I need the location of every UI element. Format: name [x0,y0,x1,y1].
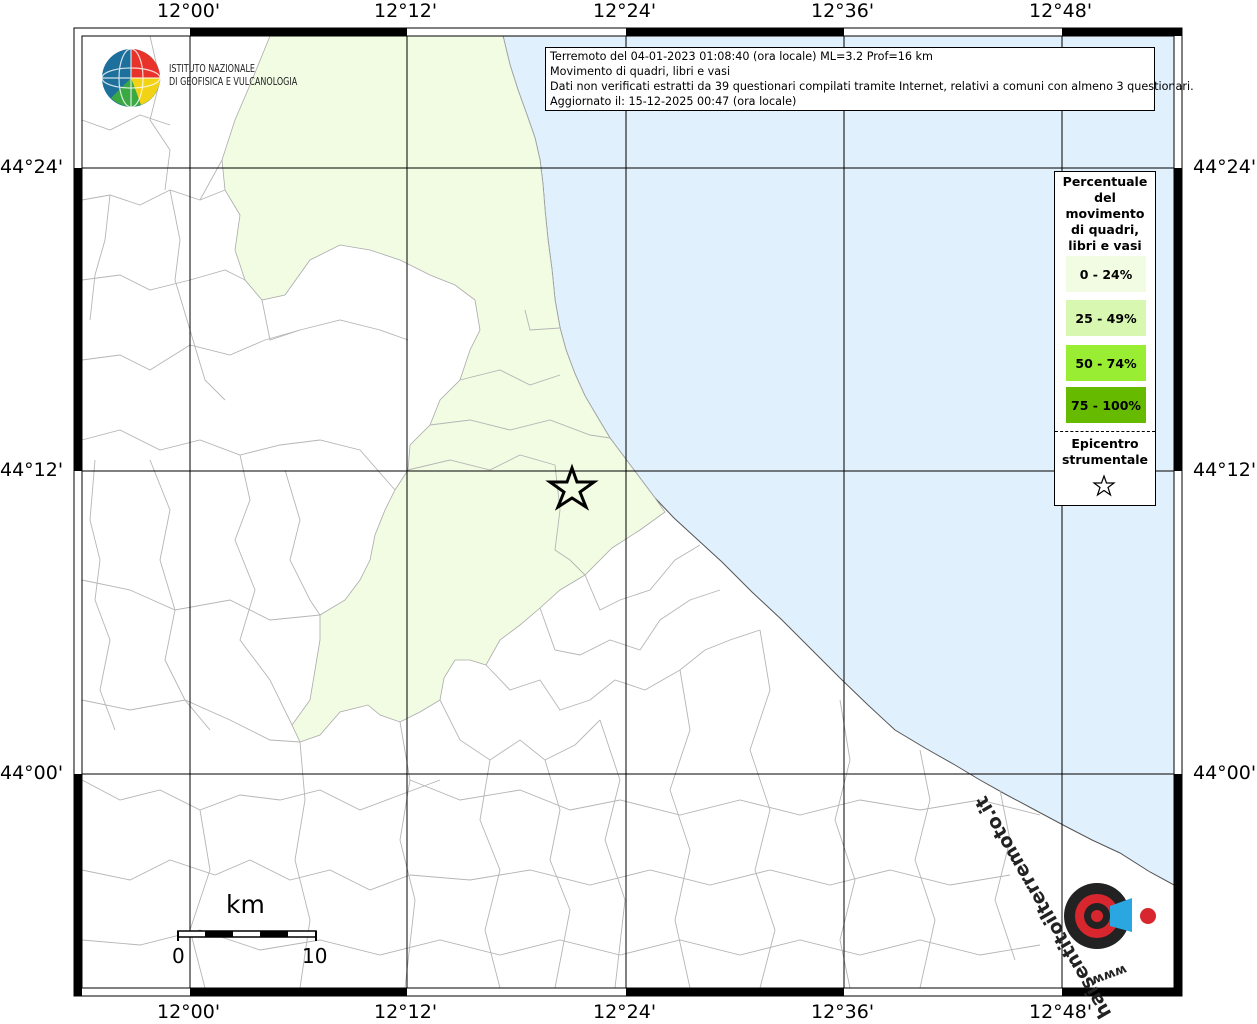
legend-title-line: libri e vasi [1068,238,1142,253]
legend-epicenter-line: strumentale [1061,452,1149,467]
event-subtitle: Movimento di quadri, libri e vasi [550,65,731,78]
lat-label-left: 44°00' [0,762,64,784]
legend-class-3: 75 - 100% [1066,387,1146,423]
legend: Percentuale del movimento di quadri, lib… [1054,171,1156,506]
lon-label-top: 12°36' [811,0,875,22]
event-title: Terremoto del 04-01-2023 01:08:40 (ora l… [550,50,933,63]
lat-label-left: 44°12' [0,459,64,481]
lat-label-left: 44°24' [0,156,64,178]
lat-label-right: 44°24' [1193,156,1257,178]
ingv-line2: DI GEOFISICA E VULCANOLOGIA [169,76,298,88]
lon-label-top: 12°12' [374,0,438,22]
ingv-line1: ISTITUTO NAZIONALE [169,63,256,75]
lon-label-bottom: 12°12' [374,1001,438,1023]
event-data-note: Dati non verificati estratti da 39 quest… [550,80,1194,93]
lon-label-top: 12°24' [593,0,657,22]
lat-label-right: 44°00' [1193,762,1257,784]
event-info-box: Terremoto del 04-01-2023 01:08:40 (ora l… [545,47,1194,111]
legend-title: Percentuale del movimento di quadri, lib… [1055,174,1155,254]
legend-title-line: Percentuale [1062,174,1148,189]
lon-label-bottom: 12°48' [1029,1001,1093,1023]
intensity-map: haisentitoilterremoto.it www. [73,27,1183,1022]
scale-unit: km [226,890,265,919]
lon-label-bottom: 12°00' [157,1001,221,1023]
legend-epicenter-line: Epicentro [1071,436,1139,451]
legend-title-line: di quadri, [1070,222,1139,237]
legend-star-icon [1092,474,1116,497]
legend-class-2: 50 - 74% [1066,345,1146,381]
event-updated: Aggiornato il: 15-12-2025 00:47 (ora loc… [550,95,797,108]
lon-label-bottom: 12°24' [593,1001,657,1023]
ingv-logo-text: ISTITUTO NAZIONALE DI GEOFISICA E VULCAN… [169,63,297,89]
scale-end: 10 [302,944,328,968]
legend-class-1: 25 - 49% [1066,300,1146,336]
legend-title-line: del [1094,190,1116,205]
lat-label-right: 44°12' [1193,459,1257,481]
legend-class-0: 0 - 24% [1066,256,1146,292]
scale-start: 0 [172,944,185,968]
legend-title-line: movimento [1065,206,1145,221]
lon-label-bottom: 12°36' [811,1001,875,1023]
lon-label-top: 12°00' [157,0,221,22]
lon-label-top: 12°48' [1029,0,1093,22]
legend-epicenter-label: Epicentro strumentale [1055,436,1155,468]
legend-separator [1055,431,1155,432]
